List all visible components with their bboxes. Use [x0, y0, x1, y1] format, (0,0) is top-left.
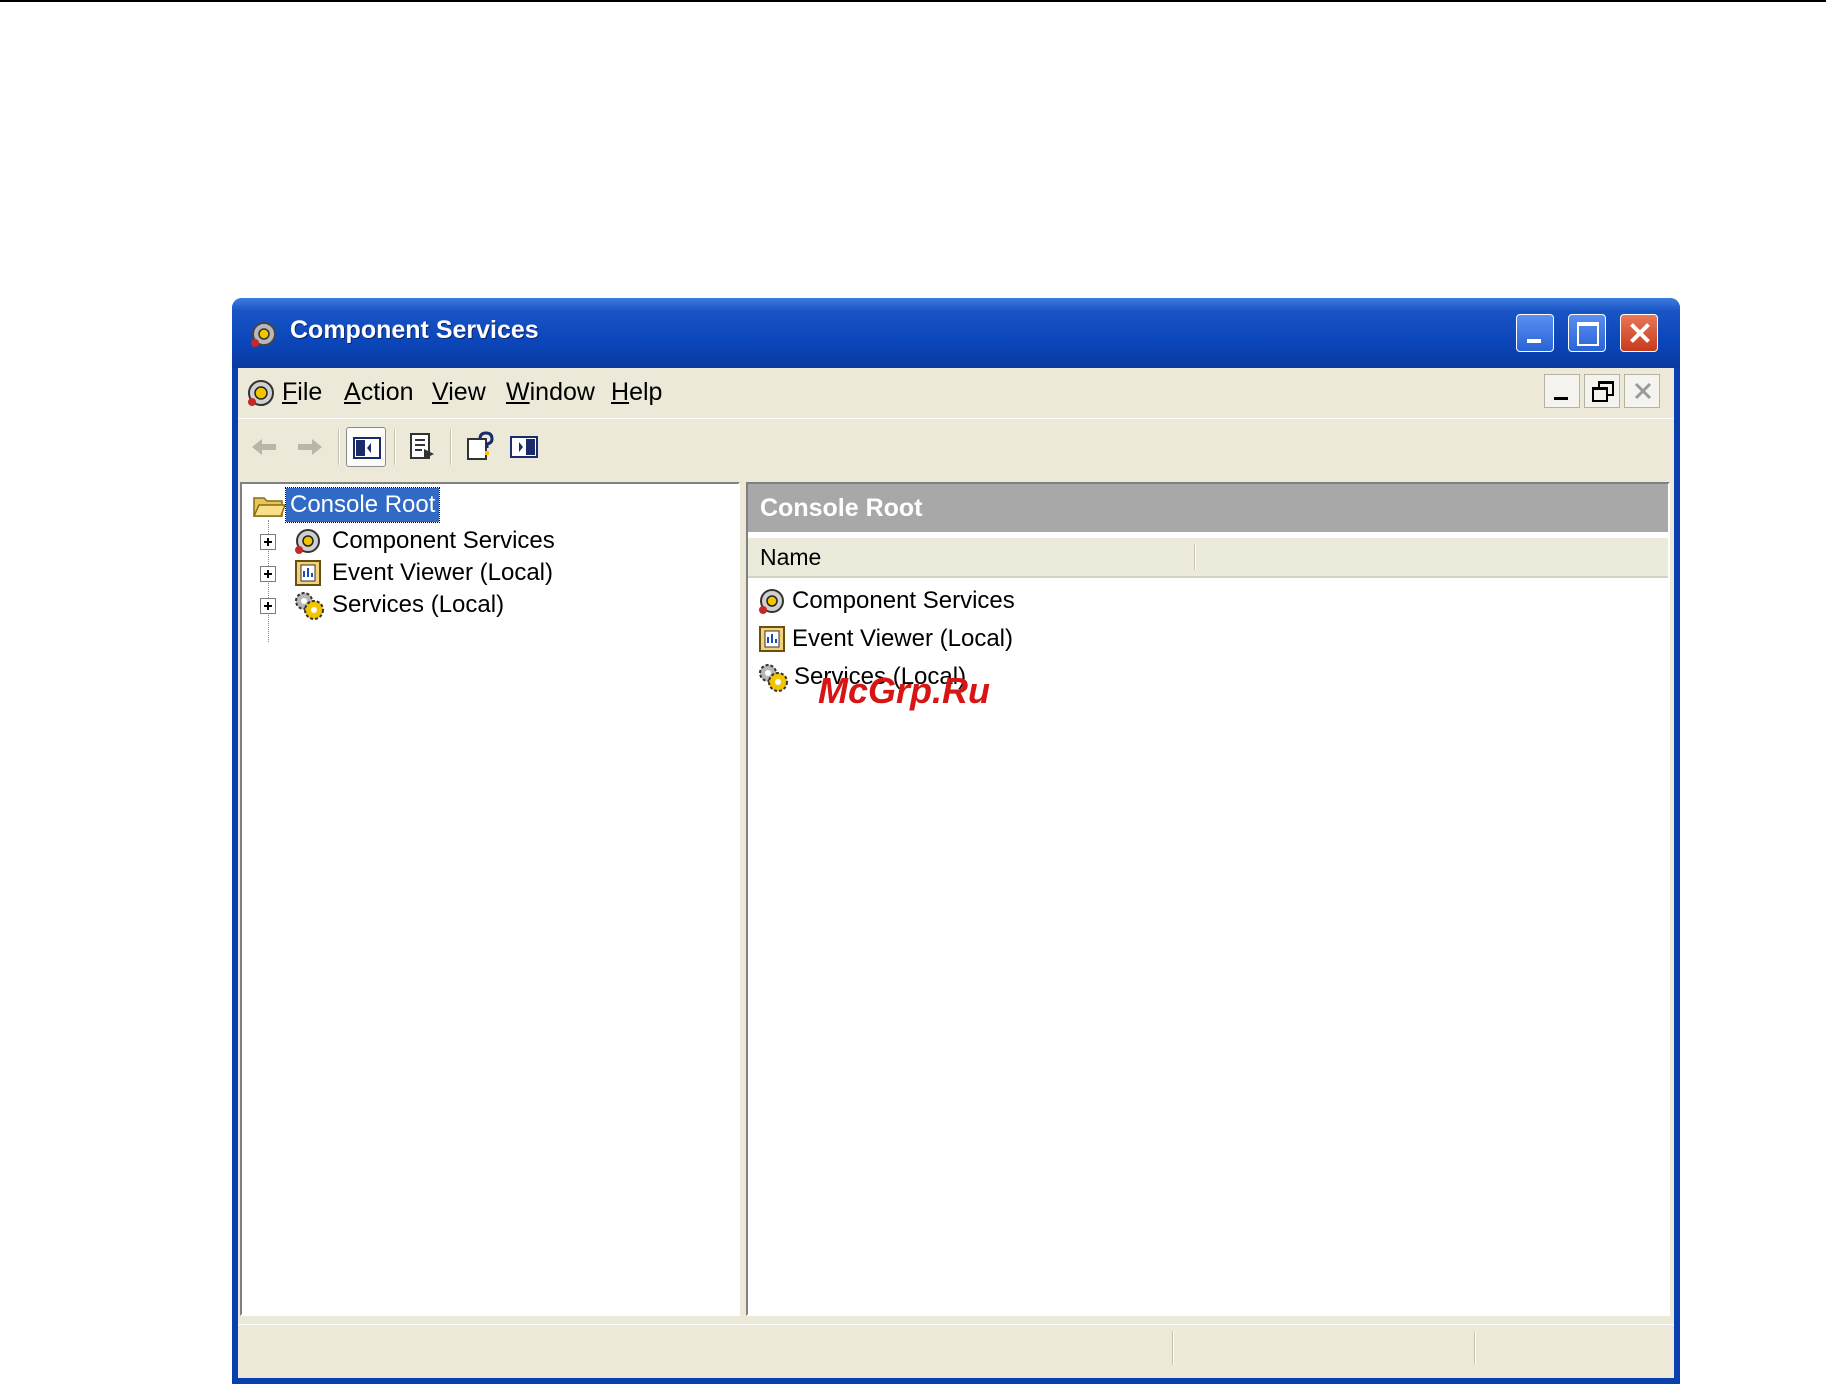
page-top-rule — [0, 0, 1826, 2]
tree-item-console-root[interactable]: Console Root — [284, 487, 441, 523]
console-tree-pane[interactable]: Console Root Component Services Event Vi… — [240, 482, 740, 1316]
menu-file[interactable]: File — [282, 378, 322, 407]
back-button[interactable] — [244, 427, 284, 467]
child-minimize-button[interactable] — [1544, 374, 1580, 408]
back-arrow-icon — [252, 439, 276, 455]
details-header: Console Root — [748, 484, 1668, 532]
folder-open-icon — [252, 497, 286, 517]
forward-arrow-icon — [298, 439, 322, 455]
tree-item-label: Services (Local) — [332, 591, 505, 618]
toolbar — [238, 418, 1674, 475]
services-gears-icon — [295, 592, 324, 620]
tree-item-label: Event Viewer (Local) — [332, 559, 553, 586]
show-hide-action-pane-button[interactable] — [504, 427, 544, 467]
minimize-button[interactable] — [1516, 314, 1554, 352]
toolbar-separator — [450, 429, 452, 465]
console-tree-icon — [353, 437, 381, 459]
status-divider — [1172, 1331, 1174, 1365]
tree-item-component-services[interactable]: Component Services — [292, 524, 555, 558]
menu-window[interactable]: Window — [506, 378, 595, 407]
help-button[interactable] — [460, 427, 500, 467]
component-services-icon — [759, 589, 784, 614]
help-icon — [467, 431, 494, 460]
column-resize-handle[interactable] — [1194, 544, 1196, 570]
child-close-button[interactable] — [1624, 374, 1660, 408]
tree-item-event-viewer[interactable]: Event Viewer (Local) — [292, 556, 553, 590]
watermark-text: McGrp.Ru — [818, 670, 991, 711]
list-item-component-services[interactable]: Component Services — [756, 584, 1015, 618]
status-divider — [1474, 1331, 1476, 1365]
list-item-event-viewer[interactable]: Event Viewer (Local) — [756, 622, 1013, 656]
export-list-icon — [410, 433, 434, 459]
close-icon — [1634, 382, 1652, 400]
menu-bar: File Action View Window Help — [238, 368, 1674, 418]
forward-button[interactable] — [290, 427, 330, 467]
menu-help[interactable]: Help — [611, 378, 662, 407]
list-column-header: Name — [748, 538, 1668, 578]
component-services-icon — [251, 322, 276, 347]
close-button[interactable] — [1620, 314, 1658, 352]
expand-toggle[interactable] — [260, 598, 276, 614]
toolbar-separator — [338, 429, 340, 465]
menu-view[interactable]: View — [432, 378, 486, 407]
title-bar[interactable]: Component Services — [232, 298, 1680, 368]
menu-action[interactable]: Action — [344, 378, 414, 407]
window-client: File Action View Window Help Console Roo… — [238, 368, 1674, 1378]
child-restore-button[interactable] — [1584, 374, 1620, 408]
mmc-window: Component Services File Action View Wind… — [232, 298, 1680, 1384]
event-viewer-icon — [759, 626, 785, 652]
maximize-button[interactable] — [1568, 314, 1606, 352]
expand-toggle[interactable] — [260, 534, 276, 550]
window-title: Component Services — [290, 316, 539, 344]
tree-item-label: Component Services — [332, 527, 555, 554]
column-name-header[interactable]: Name — [760, 544, 821, 571]
export-list-button[interactable] — [402, 427, 442, 467]
services-gears-icon — [759, 664, 788, 692]
component-services-icon[interactable] — [244, 376, 278, 410]
show-hide-console-tree-button[interactable] — [346, 427, 386, 467]
list-item-label: Event Viewer (Local) — [792, 625, 1013, 652]
event-viewer-icon — [295, 560, 321, 586]
list-item-label: Component Services — [792, 587, 1015, 614]
component-services-icon — [295, 529, 320, 554]
toolbar-separator — [394, 429, 396, 465]
action-pane-icon — [510, 436, 538, 458]
status-bar — [238, 1324, 1674, 1371]
details-pane[interactable]: Console Root Name Component Services Eve… — [746, 482, 1670, 1316]
expand-toggle[interactable] — [260, 566, 276, 582]
tree-item-services[interactable]: Services (Local) — [292, 588, 504, 622]
